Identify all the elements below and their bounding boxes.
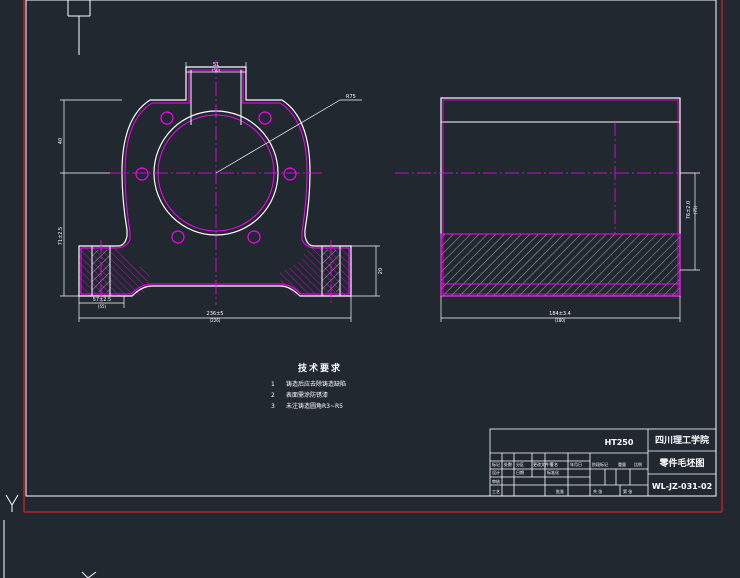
dim-total-width-sub: (226) bbox=[210, 318, 221, 323]
tech-item-2: 表面需涂防锈漆 bbox=[286, 391, 328, 399]
tb-stage-mark: 阶段标记 bbox=[592, 461, 608, 467]
drawing-title: 零件毛坯图 bbox=[658, 457, 704, 469]
tech-num-1: 1 bbox=[271, 381, 275, 388]
title-block-labels: 标记 处数 分区 更改文件号 签名 年月日 设计 日期 标准化 阶段标记 重量 … bbox=[492, 461, 642, 494]
tech-item-3: 未注铸造圆角R3~R5 bbox=[286, 402, 343, 410]
front-view: 51 (50) R75 40 71±2.5 20 236±5 (226) 57±… bbox=[58, 60, 384, 323]
tb-approve: 批准 bbox=[556, 488, 564, 494]
tech-num-2: 2 bbox=[271, 392, 275, 399]
tb-date: 年月日 bbox=[570, 461, 582, 467]
side-view: 184±3.4 (180) 76±2.0 (75) bbox=[395, 97, 700, 323]
tb-standardization: 标准化 bbox=[547, 469, 559, 475]
dim-foot-width-sub: (55) bbox=[98, 304, 107, 309]
front-view-hatch-left bbox=[79, 246, 150, 296]
dim-side-width-sub: (180) bbox=[555, 318, 566, 323]
dim-side-height-sub: (75) bbox=[693, 205, 698, 214]
school-name: 四川理工学院 bbox=[655, 434, 709, 446]
tb-mark: 标记 bbox=[492, 461, 500, 467]
dim-total-width: 236±5 bbox=[207, 311, 224, 317]
technical-requirements: 技术要求 1 2 3 铸造后应去除铸造缺陷 表面需涂防锈漆 未注铸造圆角R3~R… bbox=[271, 362, 346, 410]
tb-sheet-no: 第 张 bbox=[623, 488, 632, 494]
tb-weight: 重量 bbox=[618, 461, 626, 467]
drawing-number: WL-JZ-031-02 bbox=[652, 482, 712, 491]
side-view-hatch bbox=[440, 233, 681, 297]
tb-total-sheets: 共 张 bbox=[593, 488, 602, 494]
tb-scale: 比例 bbox=[634, 461, 642, 467]
dim-foot-width: 57±2.5 bbox=[93, 297, 112, 303]
cursor-crosshair-icon bbox=[3, 494, 97, 578]
tb-signature: 签名 bbox=[550, 461, 558, 467]
tb-zone: 分区 bbox=[516, 461, 524, 467]
dim-lower-height: 71±2.5 bbox=[58, 227, 64, 246]
dim-radius: R75 bbox=[346, 94, 356, 100]
tb-design-date: 日期 bbox=[516, 469, 524, 475]
tech-num-3: 3 bbox=[271, 403, 275, 410]
tb-count: 处数 bbox=[504, 461, 512, 467]
dim-side-height: 76±2.0 bbox=[686, 201, 692, 220]
dim-slot-width-sub: (50) bbox=[212, 68, 221, 73]
tech-req-title: 技术要求 bbox=[298, 362, 342, 374]
dim-upper-height: 40 bbox=[58, 138, 64, 144]
material-label: HT250 bbox=[605, 438, 634, 447]
tb-review: 审核 bbox=[492, 478, 500, 484]
tech-item-1: 铸造后应去除铸造缺陷 bbox=[286, 380, 346, 388]
tb-design: 设计 bbox=[492, 469, 500, 475]
dim-foot-height: 20 bbox=[378, 268, 384, 274]
dim-side-width: 184±3.4 bbox=[549, 311, 571, 317]
cad-drawing-canvas[interactable]: 51 (50) R75 40 71±2.5 20 236±5 (226) 57±… bbox=[0, 0, 740, 578]
ucs-axis-icon bbox=[67, 0, 91, 55]
tb-process: 工艺 bbox=[492, 489, 500, 494]
